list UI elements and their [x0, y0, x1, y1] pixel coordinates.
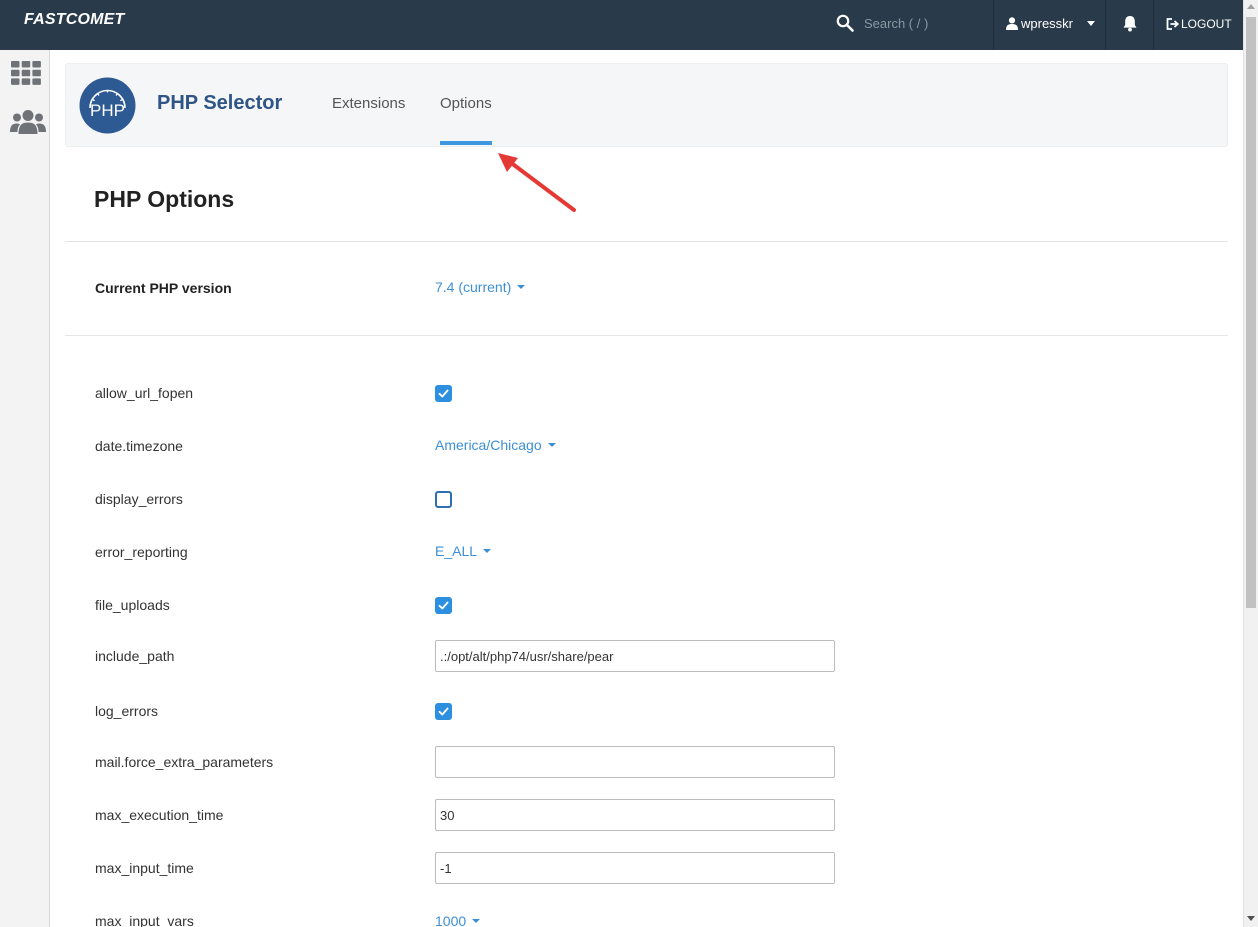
caret-down-icon: [472, 919, 481, 923]
caret-down-icon: [483, 549, 492, 553]
log-errors-checkbox[interactable]: [435, 703, 452, 720]
app-title: PHP Selector: [157, 92, 283, 114]
chevron-down-icon: [1087, 21, 1096, 26]
option-label: max_execution_time: [95, 807, 224, 823]
option-label: max_input_vars: [95, 913, 194, 927]
users-icon[interactable]: [10, 108, 46, 136]
php-logo-text: PHP: [90, 101, 125, 120]
grid-icon[interactable]: [10, 60, 42, 86]
logout-label: LOGOUT: [1181, 17, 1232, 31]
divider: [1153, 0, 1154, 50]
logout-button[interactable]: LOGOUT: [1166, 17, 1232, 31]
option-label: include_path: [95, 648, 175, 664]
app-header: PHP PHP Selector Extensions Options: [65, 63, 1228, 147]
search-box[interactable]: Search ( / ): [836, 14, 928, 32]
max-input-time-input[interactable]: [435, 852, 835, 884]
option-label: date.timezone: [95, 438, 183, 454]
date-timezone-value: America/Chicago: [435, 437, 542, 453]
option-label: error_reporting: [95, 544, 188, 560]
username: wpresskr: [1021, 16, 1074, 31]
annotation-arrow-icon: [498, 153, 576, 212]
allow-url-fopen-checkbox[interactable]: [435, 385, 452, 402]
mail-force-extra-parameters-input[interactable]: [435, 746, 835, 778]
checkmark-icon: [438, 601, 449, 610]
user-icon: [1006, 17, 1018, 30]
scroll-down-arrow-icon[interactable]: [1247, 916, 1255, 921]
checkmark-icon: [438, 389, 449, 398]
max-input-vars-dropdown[interactable]: 1000: [435, 913, 481, 927]
option-label: allow_url_fopen: [95, 385, 194, 401]
file-uploads-checkbox[interactable]: [435, 597, 452, 614]
option-label: log_errors: [95, 703, 159, 719]
option-label: mail.force_extra_parameters: [95, 754, 274, 770]
option-label: max_input_time: [95, 860, 194, 876]
search-placeholder[interactable]: Search ( / ): [864, 16, 928, 31]
php-version-value: 7.4 (current): [435, 279, 512, 295]
error-reporting-value: E_ALL: [435, 543, 478, 559]
scrollbar-thumb[interactable]: [1246, 17, 1256, 608]
divider: [65, 241, 1228, 242]
caret-down-icon: [547, 443, 556, 447]
divider: [993, 0, 994, 50]
page-title: PHP Options: [94, 186, 235, 212]
bell-icon: [1123, 16, 1137, 32]
left-rail: [0, 50, 50, 927]
display-errors-checkbox[interactable]: [435, 491, 452, 508]
user-menu[interactable]: wpresskr: [1006, 16, 1096, 31]
caret-down-icon: [517, 285, 526, 289]
divider: [1105, 0, 1106, 50]
top-bar: FASTCOMET Search ( / ) wpresskr LOGOUT: [0, 0, 1243, 50]
notifications-button[interactable]: [1122, 15, 1138, 37]
php-version-dropdown[interactable]: 7.4 (current): [435, 279, 526, 295]
php-logo-icon: PHP: [79, 77, 136, 134]
brand-logo[interactable]: FASTCOMET: [24, 11, 124, 29]
include-path-input[interactable]: [435, 640, 835, 672]
tab-options[interactable]: Options: [440, 95, 492, 112]
checkmark-icon: [438, 707, 449, 716]
tab-extensions[interactable]: Extensions: [332, 95, 405, 112]
option-label: file_uploads: [95, 597, 170, 613]
date-timezone-dropdown[interactable]: America/Chicago: [435, 437, 556, 453]
divider: [65, 335, 1228, 336]
max-execution-time-input[interactable]: [435, 799, 835, 831]
max-input-vars-value: 1000: [435, 913, 467, 927]
active-tab-indicator: [440, 141, 492, 145]
search-icon: [836, 14, 854, 32]
php-version-label: Current PHP version: [95, 280, 232, 296]
error-reporting-dropdown[interactable]: E_ALL: [435, 543, 492, 559]
logout-icon: [1166, 18, 1179, 30]
scroll-up-arrow-icon[interactable]: [1247, 4, 1255, 9]
option-label: display_errors: [95, 491, 183, 507]
page-scrollbar[interactable]: [1243, 0, 1258, 927]
